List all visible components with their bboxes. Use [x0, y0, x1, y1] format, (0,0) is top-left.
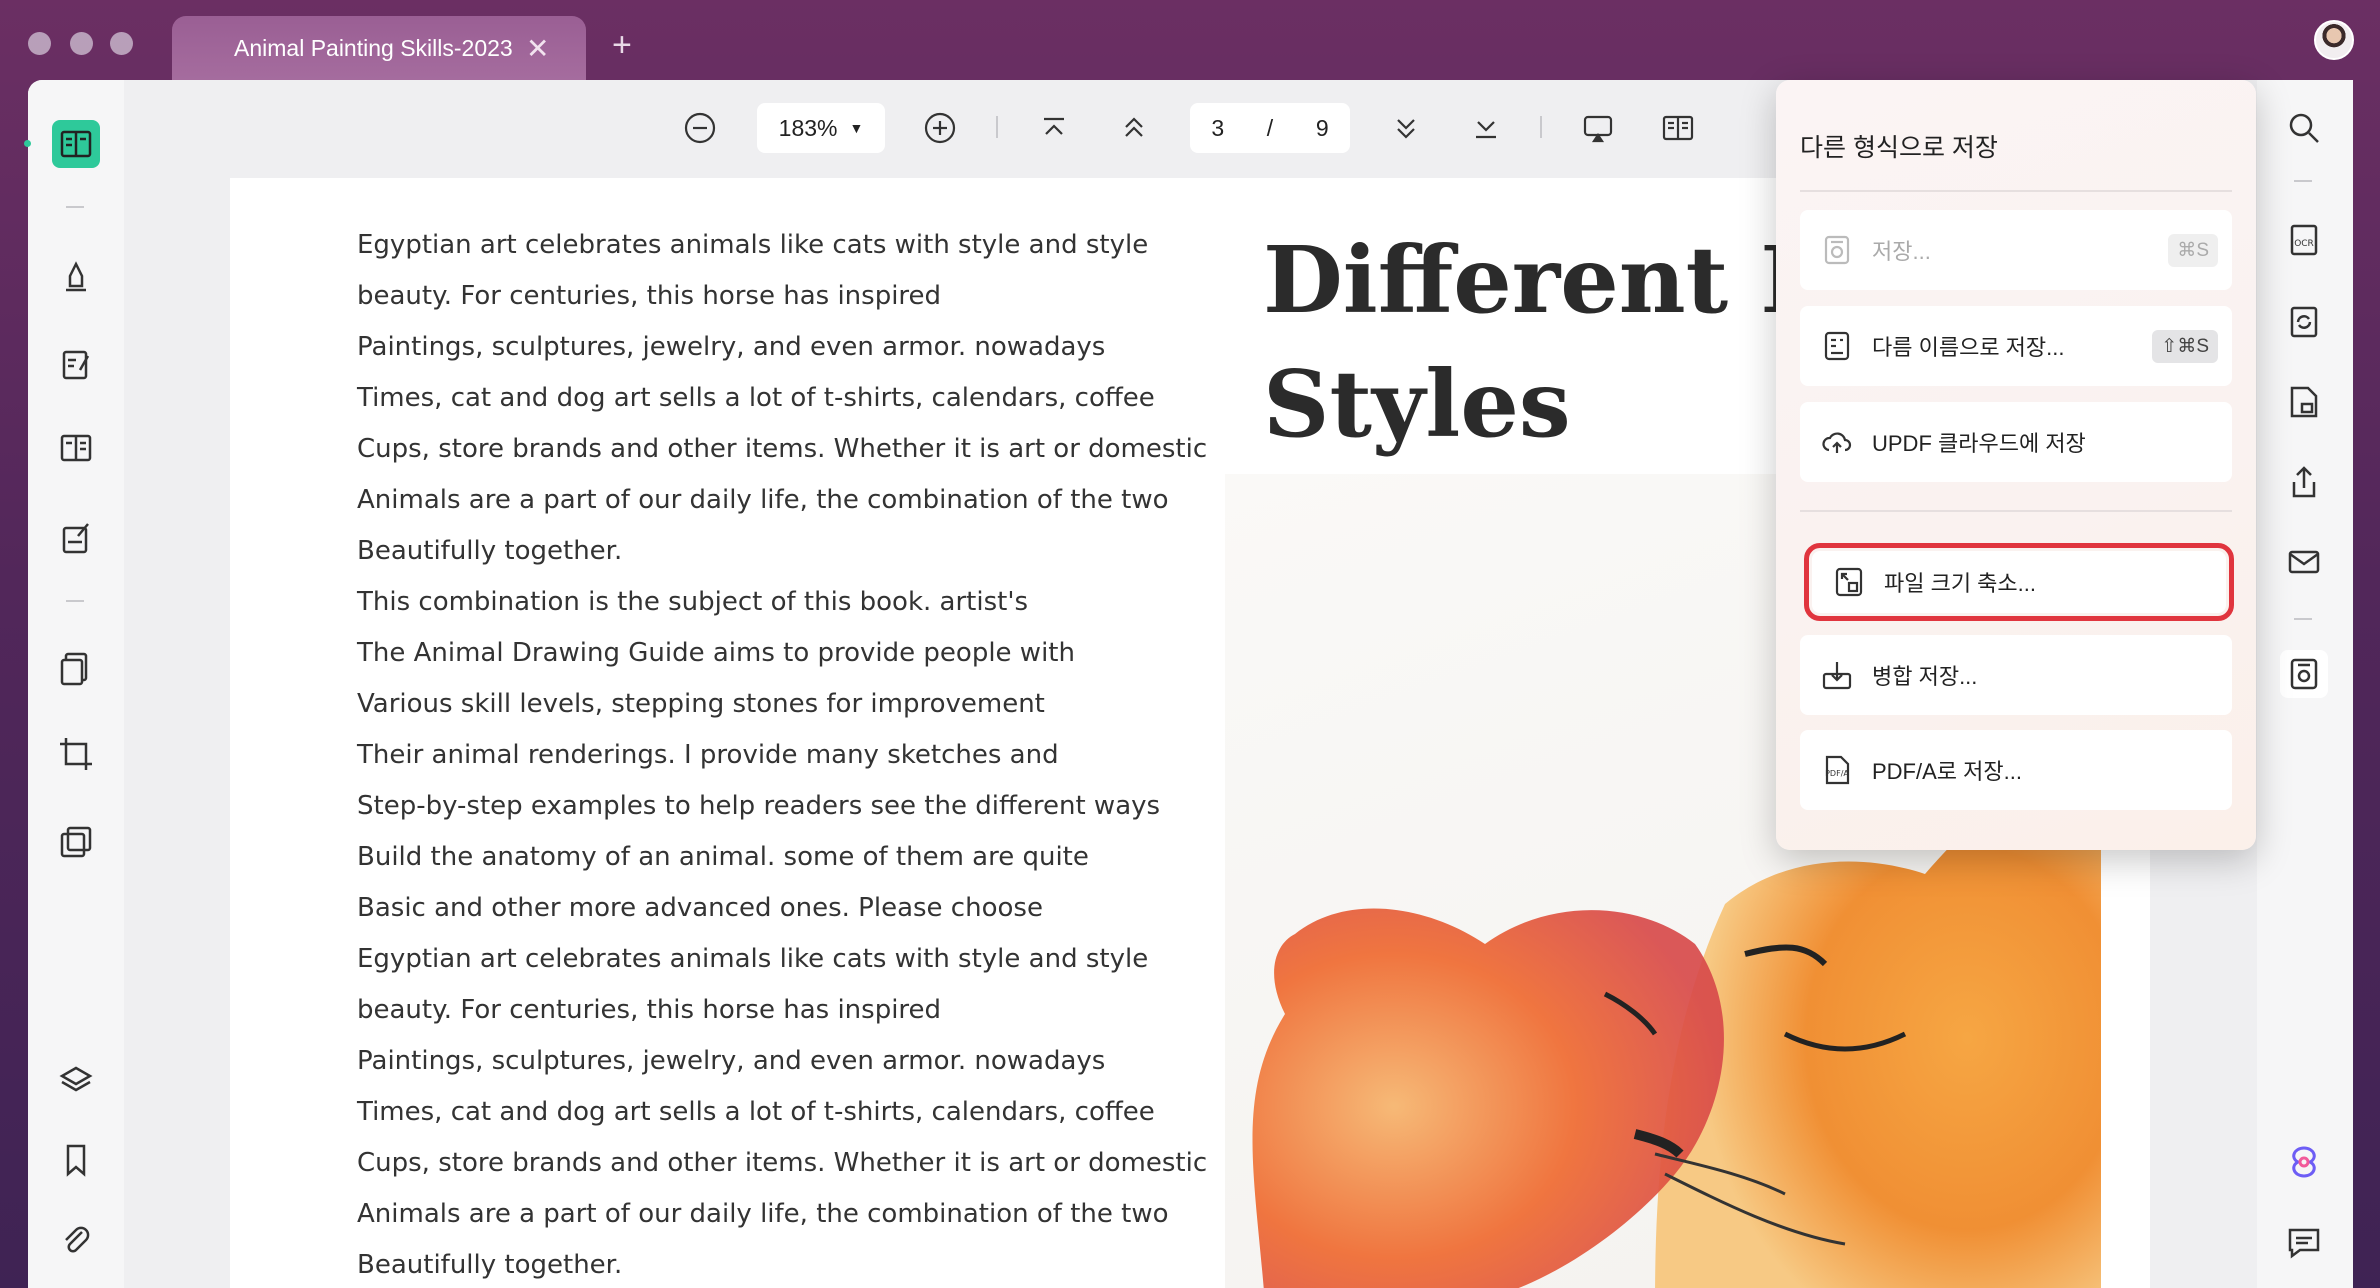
sidebar-divider — [2294, 618, 2312, 620]
sidebar-divider — [2294, 180, 2312, 182]
menu-divider — [1800, 190, 2232, 192]
save-as-pdfa-menu-item[interactable]: PDF/A PDF/A로 저장... — [1800, 730, 2232, 810]
toolbar-divider — [996, 116, 998, 138]
tab-title: Animal Painting Skills-2023 — [234, 34, 513, 61]
reader-mode-icon[interactable] — [52, 120, 100, 168]
ocr-icon[interactable]: OCR — [2280, 216, 2328, 264]
previous-page-icon[interactable] — [1112, 106, 1156, 150]
window-minimize-button[interactable] — [70, 32, 93, 55]
last-page-icon[interactable] — [1464, 106, 1508, 150]
tab-close-icon[interactable]: ✕ — [526, 32, 549, 65]
total-pages: 9 — [1315, 114, 1329, 141]
zoom-value: 183% — [778, 114, 838, 141]
organize-pages-icon[interactable] — [52, 644, 100, 692]
sidebar-divider — [66, 206, 84, 208]
text-line: Beautifully together. — [357, 536, 623, 566]
first-page-icon[interactable] — [1032, 106, 1076, 150]
ai-assistant-icon[interactable] — [2280, 1138, 2328, 1186]
highlighter-icon[interactable] — [52, 252, 100, 300]
menu-item-label: 다름 이름으로 저장... — [1872, 335, 2065, 360]
page-separator: / — [1266, 114, 1274, 141]
zoom-select[interactable]: 183% ▼ — [757, 103, 885, 153]
svg-text:PDF/A: PDF/A — [1825, 769, 1849, 778]
document-tab[interactable]: Animal Painting Skills-2023 ✕ — [172, 16, 586, 80]
bookmark-icon[interactable] — [52, 1136, 100, 1184]
menu-item-label: 저장... — [1872, 239, 1931, 264]
text-line: Beautifully together. — [357, 1250, 623, 1280]
text-line: Animals are a part of our daily life, th… — [357, 485, 1169, 515]
text-line: Cups, store brands and other items. Whet… — [357, 434, 1208, 464]
two-page-view-icon[interactable] — [1656, 106, 1700, 150]
text-line: Paintings, sculptures, jewelry, and even… — [357, 332, 1106, 362]
text-line: beauty. For centuries, this horse has in… — [357, 995, 942, 1025]
text-line: Build the anatomy of an animal. some of … — [357, 842, 1089, 872]
share-icon[interactable] — [2280, 458, 2328, 506]
current-page-input[interactable]: 3 — [1211, 115, 1224, 142]
save-menu-item[interactable]: 저장... ⌘S — [1800, 210, 2232, 290]
protect-document-icon[interactable] — [2280, 378, 2328, 426]
body-text: Egyptian art celebrates animals like cat… — [357, 220, 1208, 1288]
menu-item-label: 병합 저장... — [1872, 664, 1978, 689]
reduce-file-size-menu-item[interactable]: 파일 크기 축소... — [1804, 543, 2234, 621]
comment-icon[interactable] — [2280, 1218, 2328, 1266]
text-line: Egyptian art celebrates animals like cat… — [357, 944, 1149, 974]
search-icon[interactable] — [2280, 104, 2328, 152]
shortcut-badge: ⌘S — [2168, 233, 2218, 267]
text-line: Egyptian art celebrates animals like cat… — [357, 230, 1149, 260]
save-as-menu-item[interactable]: 다름 이름으로 저장... ⇧⌘S — [1800, 306, 2232, 386]
text-line: This combination is the subject of this … — [357, 587, 1029, 617]
menu-divider — [1800, 510, 2232, 512]
text-line: Basic and other more advanced ones. Plea… — [357, 893, 1043, 923]
text-line: Paintings, sculptures, jewelry, and even… — [357, 1046, 1106, 1076]
sidebar-divider — [66, 600, 84, 602]
text-line: Step-by-step examples to help readers se… — [357, 791, 1161, 821]
chevron-down-icon: ▼ — [849, 120, 864, 136]
crop-icon[interactable] — [52, 730, 100, 778]
avatar[interactable] — [2314, 20, 2354, 60]
convert-icon[interactable] — [2280, 298, 2328, 346]
shortcut-badge: ⇧⌘S — [2152, 329, 2218, 363]
email-icon[interactable] — [2280, 538, 2328, 586]
fill-sign-icon[interactable] — [52, 514, 100, 562]
page-navigator[interactable]: 3 / 9 — [1190, 103, 1350, 153]
save-to-cloud-menu-item[interactable]: UPDF 클라우드에 저장 — [1800, 402, 2232, 482]
text-line: Cups, store brands and other items. Whet… — [357, 1148, 1208, 1178]
text-line: Animals are a part of our daily life, th… — [357, 1199, 1169, 1229]
window-close-button[interactable] — [28, 32, 51, 55]
title-bar: Animal Painting Skills-2023 ✕ + — [0, 0, 2380, 80]
new-tab-icon[interactable]: + — [612, 28, 632, 62]
window-zoom-button[interactable] — [110, 32, 133, 55]
save-as-menu: 다른 형식으로 저장 저장... ⌘S 다름 이름으로 저장... ⇧⌘S UP… — [1776, 80, 2256, 850]
menu-title: 다른 형식으로 저장 — [1800, 134, 1998, 162]
svg-text:OCR: OCR — [2294, 239, 2314, 249]
next-page-icon[interactable] — [1384, 106, 1428, 150]
protect-icon[interactable] — [52, 818, 100, 866]
zoom-in-icon[interactable] — [918, 106, 962, 150]
layers-icon[interactable] — [52, 1056, 100, 1104]
text-line: Various skill levels, stepping stones fo… — [357, 689, 1045, 719]
text-line: Times, cat and dog art sells a lot of t-… — [357, 1097, 1155, 1127]
attachment-icon[interactable] — [52, 1216, 100, 1264]
text-line: The Animal Drawing Guide aims to provide… — [357, 638, 1075, 668]
page-layout-icon[interactable] — [52, 424, 100, 472]
zoom-out-icon[interactable] — [678, 106, 722, 150]
text-line: beauty. For centuries, this horse has in… — [357, 281, 942, 311]
text-line: Their animal renderings. I provide many … — [357, 740, 1059, 770]
presentation-icon[interactable] — [1576, 106, 1620, 150]
save-as-other-icon[interactable] — [2280, 650, 2328, 698]
edit-pdf-icon[interactable] — [52, 340, 100, 388]
toolbar-divider — [1540, 116, 1542, 138]
merge-save-menu-item[interactable]: 병합 저장... — [1800, 635, 2232, 715]
active-indicator — [24, 140, 31, 147]
text-line: Times, cat and dog art sells a lot of t-… — [357, 383, 1155, 413]
menu-item-label: 파일 크기 축소... — [1884, 571, 2037, 596]
menu-item-label: UPDF 클라우드에 저장 — [1872, 431, 2086, 456]
menu-item-label: PDF/A로 저장... — [1872, 759, 2022, 784]
